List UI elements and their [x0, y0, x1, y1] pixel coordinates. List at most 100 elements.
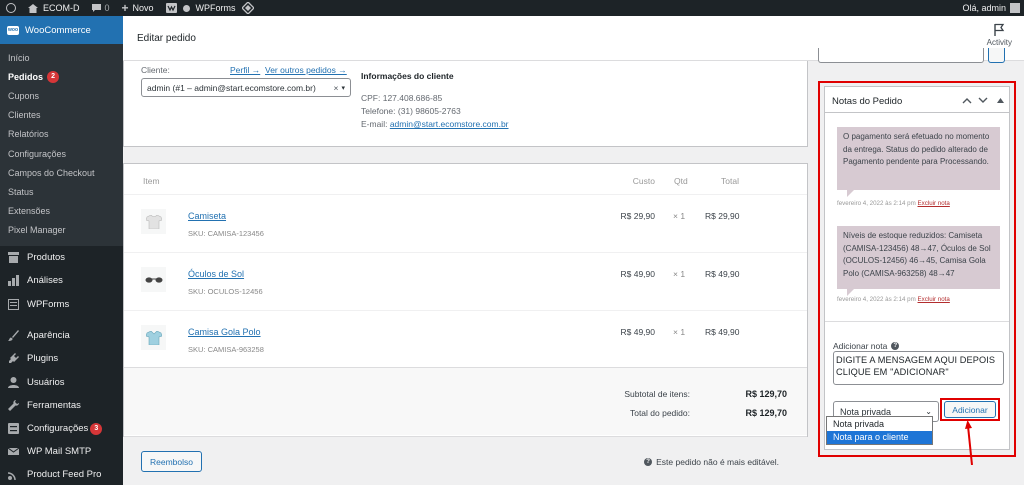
activity-button[interactable]: Activity — [987, 23, 1012, 47]
submenu-relatorios[interactable]: Relatórios — [0, 125, 123, 144]
comments-link[interactable]: 0 — [86, 0, 116, 16]
order-action-apply-button[interactable] — [988, 48, 1005, 63]
submenu-extensoes[interactable]: Extensões — [0, 202, 123, 221]
menu-label: Produtos — [27, 252, 66, 264]
new-content-button[interactable]: + Novo — [116, 0, 160, 16]
customer-email-link[interactable]: admin@start.ecomstore.com.br — [390, 119, 509, 129]
account-menu[interactable]: Olá, admin — [956, 0, 1024, 16]
order-action-select[interactable] — [818, 48, 984, 63]
product-qty: × 1 — [673, 269, 686, 279]
product-name-link[interactable]: Camisa Gola Polo — [188, 327, 261, 337]
comment-icon — [91, 4, 101, 12]
product-name-link[interactable]: Óculos de Sol — [188, 269, 244, 279]
order-notes-header: Notas do Pedido — [825, 87, 1009, 113]
site-name-link[interactable]: ECOM-D — [22, 0, 86, 16]
note-text: Níveis de estoque reduzidos: Camiseta (C… — [843, 231, 991, 278]
submenu-configuracoes[interactable]: Configurações — [0, 144, 123, 163]
menu-produtos[interactable]: Produtos — [0, 246, 123, 269]
wpforms-label: WPForms — [195, 3, 236, 13]
menu-plugins[interactable]: Plugins — [0, 347, 123, 370]
refund-area: Reembolso ? Este pedido não é mais editá… — [124, 436, 807, 485]
chevron-down-icon: ⌄ — [925, 407, 932, 416]
option-customer-note[interactable]: Nota para o cliente — [827, 430, 932, 444]
note-text: O pagamento será efetuado no momento da … — [843, 132, 990, 166]
other-orders-link[interactable]: Ver outros pedidos → — [265, 65, 347, 75]
plug-icon — [9, 353, 19, 364]
comments-count: 0 — [104, 3, 110, 13]
other-orders-link-text: Ver outros pedidos → — [265, 65, 347, 75]
email-label: E-mail: — [361, 119, 390, 129]
submenu-status[interactable]: Status — [0, 182, 123, 201]
refund-button[interactable]: Reembolso — [141, 451, 202, 472]
submenu-pixel-manager[interactable]: Pixel Manager — [0, 221, 123, 240]
product-sku: SKU: CAMISA-963258 — [188, 345, 264, 354]
avatar — [1010, 3, 1020, 13]
customer-info-title: Informações do cliente — [361, 71, 454, 81]
menu-label: Plugins — [27, 353, 59, 365]
submenu-campos-checkout[interactable]: Campos do Checkout — [0, 163, 123, 182]
polo-shirt-icon — [141, 325, 166, 350]
menu-configuracoes[interactable]: Configurações 3 — [0, 417, 123, 440]
menu-aparencia[interactable]: Aparência — [0, 324, 123, 347]
woocommerce-icon-text: woo — [8, 27, 18, 33]
submenu-pedidos[interactable]: Pedidos 2 — [0, 67, 123, 86]
menu-woocommerce[interactable]: woo WooCommerce — [0, 16, 123, 44]
menu-product-feed-pro[interactable]: Product Feed Pro — [0, 464, 123, 480]
mail-icon — [8, 447, 19, 456]
order-notes-highlight: Notas do Pedido O pagamento será efetuad… — [818, 81, 1016, 457]
order-note: O pagamento será efetuado no momento da … — [837, 127, 1000, 197]
wpforms-menu[interactable]: WPForms — [160, 0, 260, 16]
feed-icon — [8, 471, 16, 480]
menu-analises[interactable]: Análises — [0, 269, 123, 292]
submenu-label: Pedidos — [8, 71, 44, 82]
product-sku: SKU: CAMISA-123456 — [188, 229, 264, 238]
table-row: Óculos de Sol SKU: OCULOS-12456 R$ 49,90… — [124, 252, 807, 310]
note-textarea[interactable]: DIGITE A MENSAGEM AQUI DEPOIS CLIQUE EM … — [833, 351, 1004, 385]
note-meta: fevereiro 4, 2022 às 2:14 pm Excluir not… — [837, 200, 950, 207]
submenu-label: Pixel Manager — [8, 225, 66, 236]
note-meta: fevereiro 4, 2022 às 2:14 pm Excluir not… — [837, 296, 950, 303]
submenu-label: Configurações — [8, 148, 67, 159]
customer-section: Cliente: Perfil → Ver outros pedidos → a… — [123, 61, 808, 147]
product-name-link[interactable]: Camiseta — [188, 211, 226, 221]
wp-logo-button[interactable] — [0, 0, 22, 16]
help-icon[interactable]: ? — [891, 342, 900, 350]
add-button-highlight: Adicionar — [940, 398, 1000, 421]
chevron-up-icon[interactable] — [962, 97, 972, 104]
submenu-label: Início — [8, 52, 30, 63]
customer-email-row: E-mail: admin@start.ecomstore.com.br — [361, 119, 509, 129]
not-editable-text: Este pedido não é mais editável. — [656, 457, 779, 467]
collapse-toggle-icon[interactable] — [997, 98, 1004, 103]
customer-label: Cliente: — [141, 65, 170, 75]
menu-label: WP Mail SMTP — [27, 446, 92, 458]
order-total-label: Total do pedido: — [629, 408, 690, 418]
admin-sidebar: woo WooCommerce Início Pedidos 2 Cupons C… — [0, 16, 123, 485]
delete-note-link[interactable]: Excluir nota — [918, 200, 950, 207]
delete-note-link[interactable]: Excluir nota — [918, 296, 950, 303]
add-note-area: Adicionar nota ? DIGITE A MENSAGEM AQUI … — [825, 321, 1009, 422]
customer-select-value: admin (#1 – admin@start.ecomstore.com.br… — [147, 82, 316, 93]
menu-ferramentas[interactable]: Ferramentas — [0, 394, 123, 417]
menu-label: Aparência — [27, 329, 70, 341]
note-type-dropdown: Nota privada Nota para o cliente — [826, 416, 933, 445]
submenu-cupons[interactable]: Cupons — [0, 86, 123, 105]
red-arrow-annotation — [965, 420, 973, 465]
menu-wpforms[interactable]: WPForms — [0, 292, 123, 315]
note-type-value: Nota privada — [840, 406, 892, 417]
header-item: Item — [143, 176, 160, 186]
add-note-button[interactable]: Adicionar — [944, 401, 996, 418]
menu-label: Usuários — [27, 376, 65, 388]
menu-usuarios[interactable]: Usuários — [0, 370, 123, 393]
submenu-inicio[interactable]: Início — [0, 48, 123, 67]
clear-icon[interactable]: × — [334, 83, 339, 93]
submenu-clientes[interactable]: Clientes — [0, 106, 123, 125]
tshirt-icon — [141, 209, 166, 234]
option-private-note[interactable]: Nota privada — [827, 417, 932, 431]
product-cost: R$ 49,90 — [620, 269, 656, 279]
profile-link[interactable]: Perfil → — [230, 65, 260, 75]
chevron-down-icon: ▾ — [341, 84, 345, 92]
header-qty: Qtd — [674, 176, 688, 186]
menu-wp-mail-smtp[interactable]: WP Mail SMTP — [0, 440, 123, 463]
customer-select[interactable]: admin (#1 – admin@start.ecomstore.com.br… — [141, 78, 351, 97]
chevron-down-icon[interactable] — [978, 97, 988, 104]
